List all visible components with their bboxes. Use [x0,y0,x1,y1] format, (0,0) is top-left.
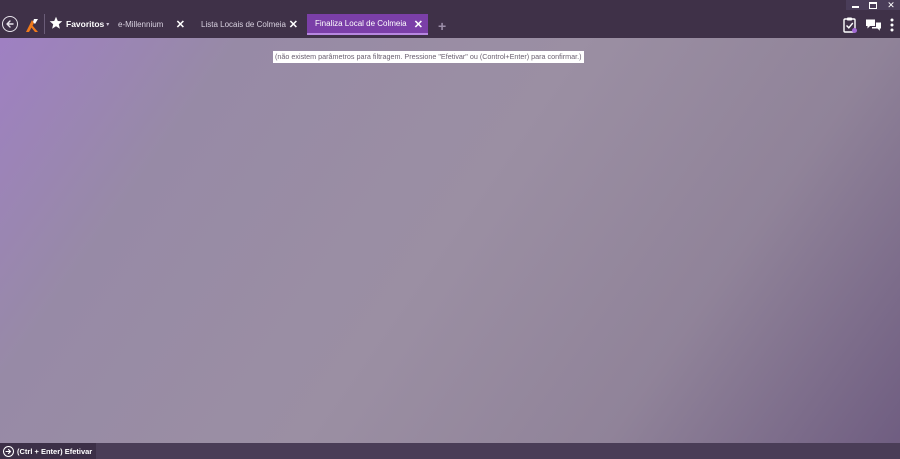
close-icon[interactable]: ✕ [176,18,185,31]
favorites-label: Favoritos [66,19,105,29]
clipboard-check-icon[interactable] [843,16,857,33]
tab-label: e-Millennium [118,20,164,29]
minimize-icon [851,6,859,8]
close-icon[interactable]: ✕ [414,18,423,31]
toolbar-right [843,16,894,33]
favorites-menu[interactable]: Favoritos ▾ [49,14,109,34]
add-tab-button[interactable]: + [438,19,446,33]
window-controls: ✕ [846,0,900,10]
execute-button[interactable]: (Ctrl + Enter) Efetivar [0,443,97,459]
bottom-bar: (Ctrl + Enter) Efetivar [0,443,900,459]
top-bar: Favoritos ▾ e-Millennium ✕ Lista Locais … [0,0,900,38]
maximize-icon [869,1,877,9]
minimize-button[interactable] [846,0,864,10]
star-icon [49,16,63,32]
chat-bubbles-icon[interactable] [865,18,882,32]
back-button[interactable] [2,16,18,32]
execute-label: (Ctrl + Enter) Efetivar [17,446,93,456]
arrow-circle-right-icon [3,445,14,457]
divider [44,14,45,34]
tab-label: Lista Locais de Colmeia [201,20,286,29]
back-arrow-icon [6,20,14,28]
close-icon[interactable]: ✕ [289,18,298,31]
chevron-down-icon: ▾ [106,21,110,28]
maximize-button[interactable] [864,0,882,10]
tab-label: Finaliza Local de Colmeia [315,19,407,28]
millennium-logo-icon[interactable] [23,16,41,34]
window-close-button[interactable]: ✕ [882,0,900,10]
more-vert-icon[interactable] [890,18,894,32]
app-window: Favoritos ▾ e-Millennium ✕ Lista Locais … [0,0,900,459]
tab-lista-locais-de-colmeia[interactable]: Lista Locais de Colmeia ✕ [193,14,303,35]
tab-finaliza-local-de-colmeia[interactable]: Finaliza Local de Colmeia ✕ [307,14,428,35]
filter-message: (não existem parâmetros para filtragem. … [273,51,584,63]
tab-e-millennium[interactable]: e-Millennium ✕ [110,14,190,35]
